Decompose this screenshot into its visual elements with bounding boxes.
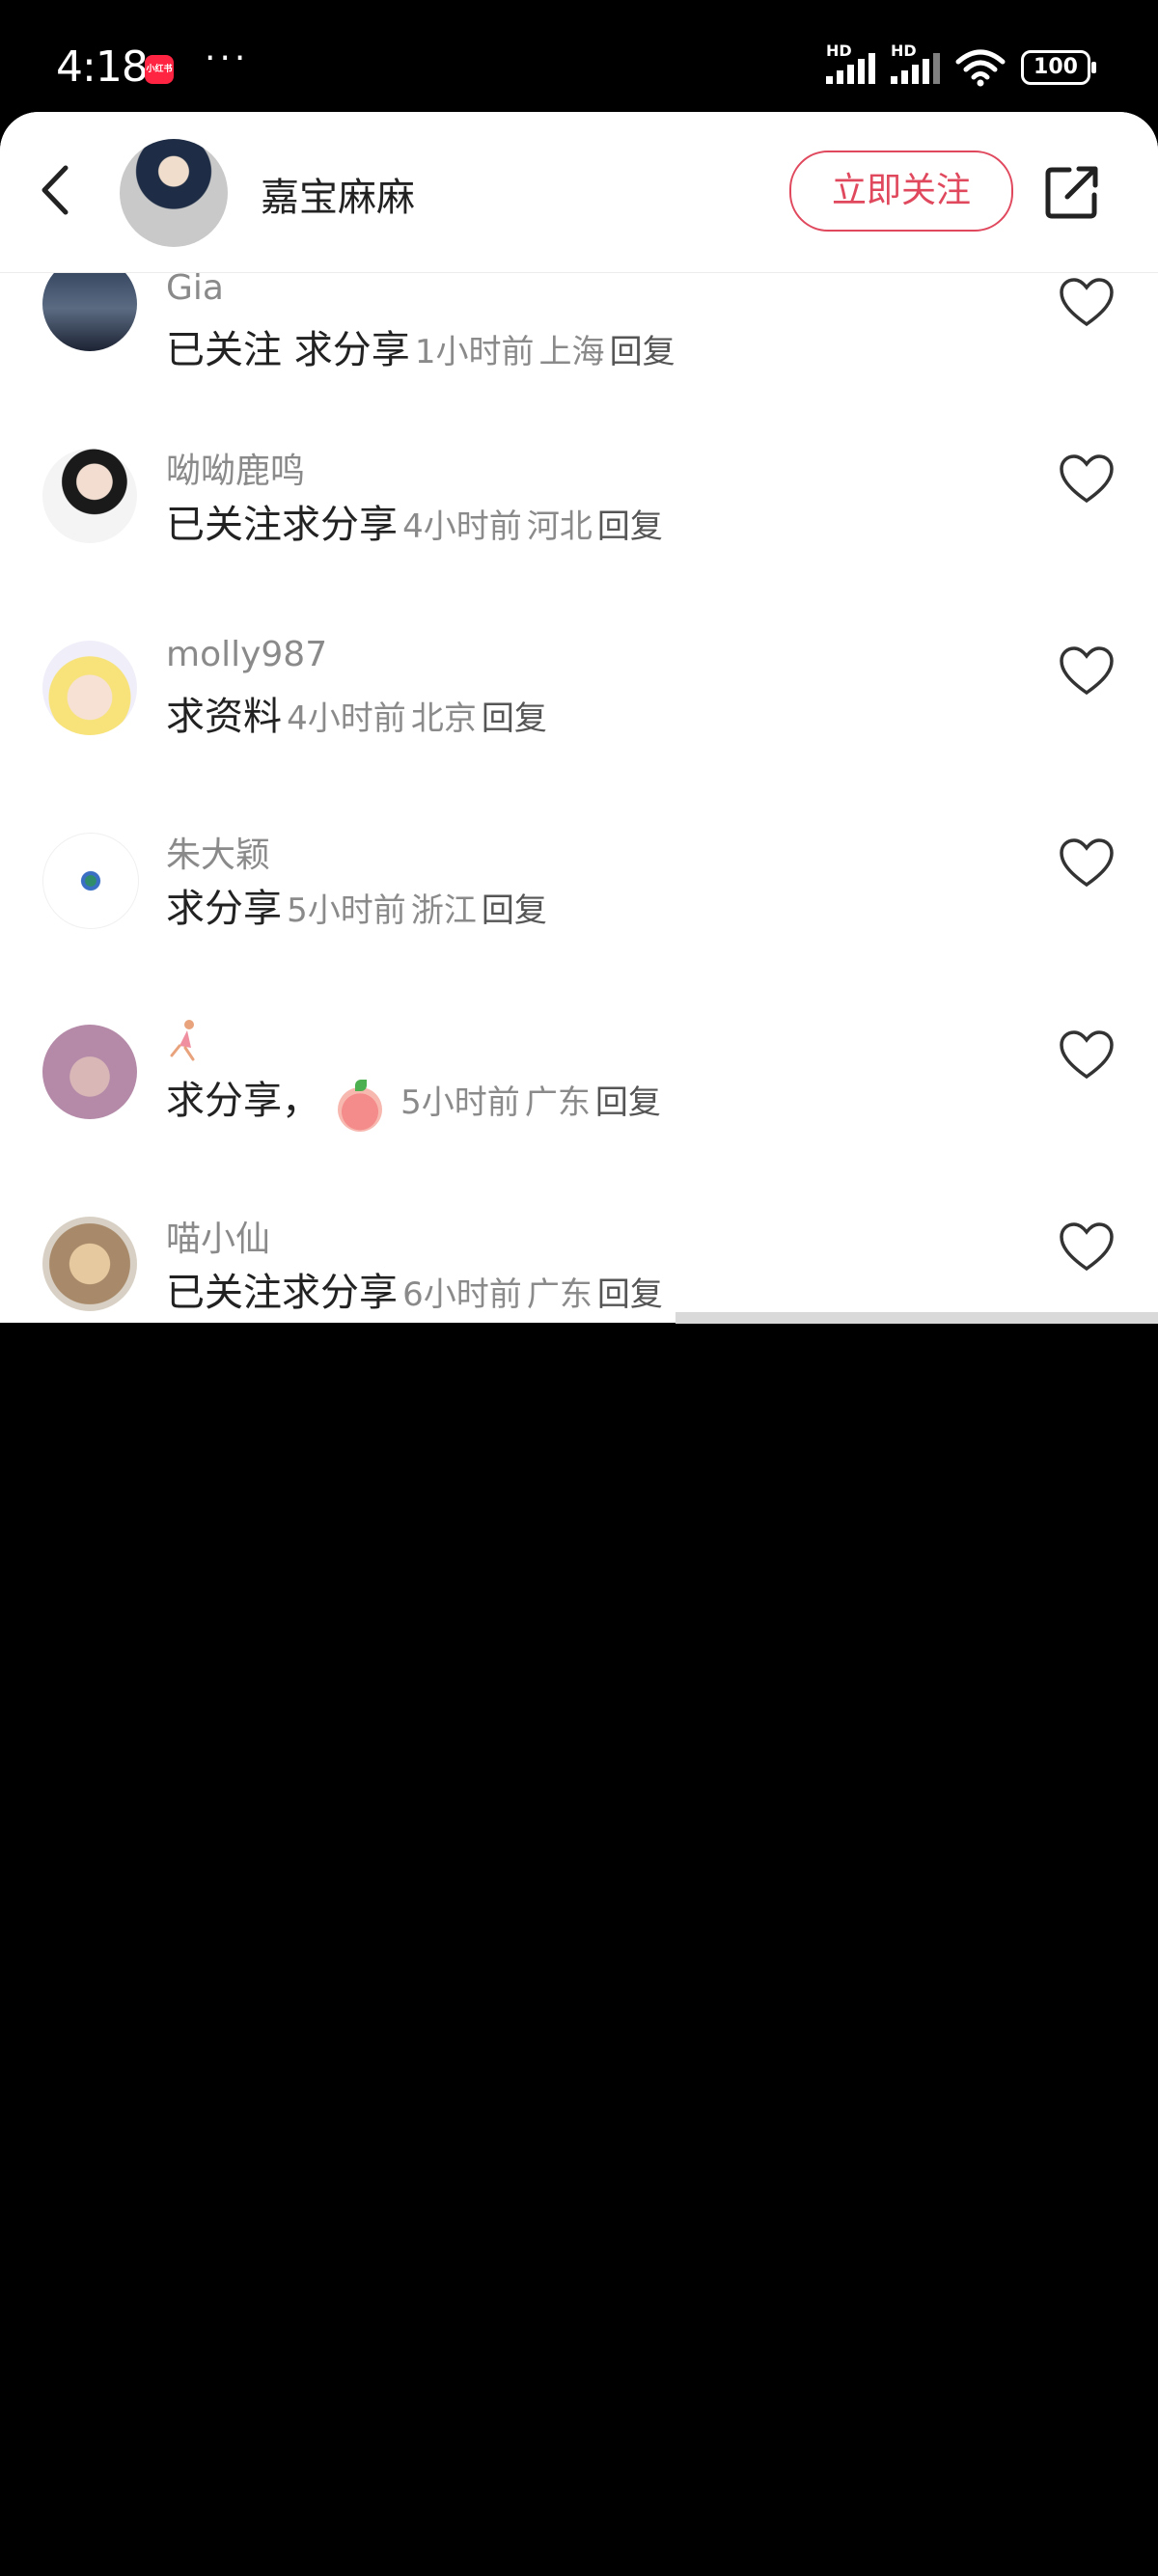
comment-time: 6小时前: [402, 1275, 522, 1314]
reply-button[interactable]: 回复: [597, 1275, 663, 1314]
comment-content: 求资料 4小时前 北京 回复: [166, 685, 547, 741]
comment-time: 1小时前: [414, 333, 535, 371]
comment-content: 已关注求分享 6小时前 广东 回复: [166, 1261, 663, 1317]
reply-button[interactable]: 回复: [595, 1083, 661, 1122]
comment-username[interactable]: 喵小仙: [166, 1211, 270, 1261]
profile-username[interactable]: 嘉宝麻麻: [261, 166, 415, 222]
avatar[interactable]: [42, 1025, 137, 1119]
comment-time: 5小时前: [287, 891, 406, 930]
peach-emoji-icon: [338, 1079, 382, 1132]
scrollbar[interactable]: [676, 1312, 1158, 1324]
avatar[interactable]: [42, 449, 137, 543]
comment-item: 求分享， 5小时前 广东 回复: [0, 1020, 1158, 1218]
comment-content: 已关注求分享 4小时前 河北 回复: [166, 493, 663, 549]
comment-item: molly987 求资料 4小时前 北京 回复: [0, 635, 1158, 834]
comment-text: 已关注求分享: [166, 503, 398, 547]
comment-content: 已关注 求分享 1小时前 上海 回复: [166, 318, 676, 374]
like-heart-icon[interactable]: [1058, 276, 1116, 328]
comments-sheet: 嘉宝麻麻 立即关注 Gia 已关注 求分享 1小时前 上海 回复 呦呦鹿鸣 已关…: [0, 112, 1158, 1323]
reply-button[interactable]: 回复: [610, 333, 676, 371]
reply-button[interactable]: 回复: [482, 891, 547, 930]
status-time: 4:18: [56, 42, 149, 92]
comment-text: 求资料: [166, 695, 282, 739]
avatar[interactable]: [42, 1217, 137, 1311]
comment-text: 已关注求分享: [166, 1271, 398, 1315]
comment-location: 浙江: [410, 891, 477, 930]
comment-username[interactable]: 呦呦鹿鸣: [166, 443, 305, 493]
avatar[interactable]: [120, 139, 228, 247]
comment-time: 5小时前: [400, 1083, 520, 1122]
like-heart-icon[interactable]: [1058, 836, 1116, 889]
reply-button[interactable]: 回复: [597, 507, 663, 546]
status-bar: 4:18 小红书 ··· HD HD 100: [0, 0, 1158, 112]
status-indicators: HD HD 100: [826, 41, 1096, 89]
comment-item: 喵小仙 已关注求分享 6小时前 广东 回复: [0, 1217, 1158, 1323]
back-button[interactable]: [29, 158, 87, 222]
reply-button[interactable]: 回复: [482, 699, 547, 738]
share-button[interactable]: [1042, 162, 1102, 222]
like-heart-icon[interactable]: [1058, 452, 1116, 505]
comment-location: 广东: [526, 1275, 593, 1314]
signal-icon: HD: [891, 41, 940, 84]
like-heart-icon[interactable]: [1058, 644, 1116, 697]
comment-text: 求分享，: [166, 1079, 320, 1123]
like-heart-icon[interactable]: [1058, 1028, 1116, 1081]
like-heart-icon[interactable]: [1058, 1220, 1116, 1273]
comment-username[interactable]: Gia: [166, 268, 224, 308]
signal-hd-label: HD: [826, 41, 852, 60]
comment-item: 朱大颖 求分享 5小时前 浙江 回复: [0, 833, 1158, 1026]
comment-time: 4小时前: [287, 699, 406, 738]
follow-button[interactable]: 立即关注: [789, 151, 1013, 232]
comment-location: 北京: [410, 699, 477, 738]
comment-location: 河北: [526, 507, 593, 546]
comment-text: 求分享: [166, 887, 282, 931]
status-overflow-icon: ···: [205, 39, 250, 78]
avatar[interactable]: [42, 641, 137, 735]
avatar[interactable]: [42, 833, 139, 929]
comment-content: 求分享 5小时前 浙江 回复: [166, 877, 547, 933]
battery-icon: 100: [1021, 50, 1096, 85]
comment-username[interactable]: 朱大颖: [166, 827, 270, 877]
comment-item: Gia 已关注 求分享 1小时前 上海 回复: [0, 257, 1158, 450]
comment-text: 已关注 求分享: [166, 328, 410, 372]
comment-location: 广东: [524, 1083, 591, 1122]
comment-item: 呦呦鹿鸣 已关注求分享 4小时前 河北 回复: [0, 449, 1158, 642]
comment-location: 上海: [538, 333, 605, 371]
comment-time: 4小时前: [402, 507, 522, 546]
dancer-emoji-icon[interactable]: [166, 1017, 205, 1061]
profile-header: 嘉宝麻麻 立即关注: [0, 112, 1158, 273]
app-badge-icon: 小红书: [145, 55, 174, 84]
comment-content: 求分享， 5小时前 广东 回复: [166, 1069, 661, 1132]
comment-username[interactable]: molly987: [166, 635, 327, 674]
signal-hd-label: HD: [891, 41, 917, 60]
wifi-icon: [955, 49, 1006, 87]
signal-icon: HD: [826, 41, 875, 84]
